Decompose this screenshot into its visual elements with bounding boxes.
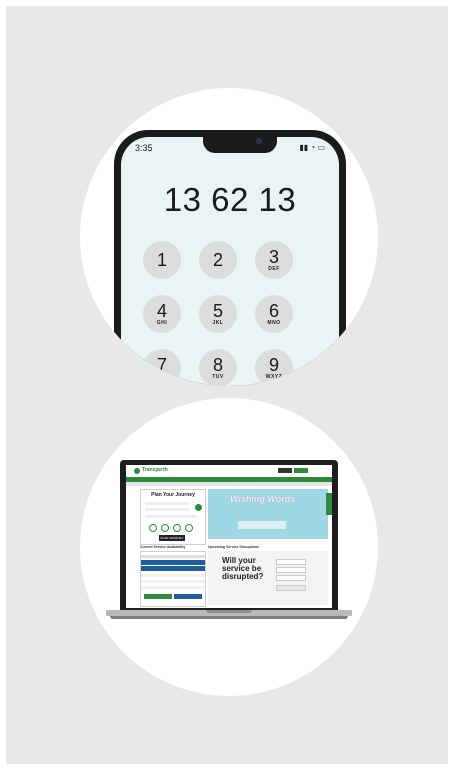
status-button[interactable]: [174, 594, 202, 599]
list-item: [141, 586, 205, 589]
keypad-key-4[interactable]: 4 GHI: [143, 295, 181, 333]
plan-journey-button[interactable]: PLAN JOURNEY: [159, 535, 185, 541]
ferry-icon[interactable]: [173, 524, 181, 532]
promo-banner[interactable]: Wishing Words: [208, 489, 328, 539]
walk-icon[interactable]: [185, 524, 193, 532]
swap-icon[interactable]: [195, 504, 202, 511]
keypad-key-8[interactable]: 8 TUV: [199, 349, 237, 386]
disruption-field[interactable]: [276, 559, 306, 565]
site-logo: Transperth: [142, 467, 168, 473]
logo-icon: [134, 468, 140, 474]
from-field[interactable]: [145, 502, 189, 505]
list-item[interactable]: [141, 566, 205, 571]
status-icons: ▮▮ ◔ ▭: [299, 143, 325, 152]
breadcrumb-bar: [126, 482, 332, 486]
phone-illustration: 3:35 ▮▮ ◔ ▭ 13 62 13 1 2 3 DEF 4 GHI 5 JKL …: [80, 88, 378, 386]
keypad-key-2[interactable]: 2: [199, 241, 237, 279]
register-button[interactable]: [294, 468, 308, 473]
availability-heading: Current Service Availability: [140, 545, 186, 549]
login-button[interactable]: [278, 468, 292, 473]
train-icon[interactable]: [161, 524, 169, 532]
keypad-key-7[interactable]: 7 PQRS: [143, 349, 181, 386]
disruption-prompt: Will your service be disrupted?: [222, 556, 264, 581]
banner-caption: [238, 521, 286, 529]
status-button[interactable]: [144, 594, 172, 599]
disruption-submit[interactable]: [276, 585, 306, 591]
keypad-key-9[interactable]: 9 WXYZ: [255, 349, 293, 386]
keypad-key-5[interactable]: 5 JKL: [199, 295, 237, 333]
status-time: 3:35: [135, 143, 153, 153]
keypad-key-1[interactable]: 1: [143, 241, 181, 279]
disruption-field[interactable]: [276, 567, 306, 573]
list-item: [141, 580, 205, 583]
dialed-number: 13 62 13: [163, 181, 297, 218]
disruption-field[interactable]: [276, 575, 306, 581]
keypad-key-3[interactable]: 3 DEF: [255, 241, 293, 279]
list-item: [141, 574, 205, 577]
journey-planner: Plan Your Journey PLAN JOURNEY: [140, 489, 206, 545]
planner-title: Plan Your Journey: [151, 492, 195, 498]
site-header: Transperth: [126, 465, 332, 477]
date-field[interactable]: [145, 515, 197, 518]
list-item[interactable]: [141, 560, 205, 565]
phone-notch: [203, 137, 277, 153]
laptop-illustration: Transperth Plan Your Journey PLAN JOURNE…: [80, 398, 378, 696]
keypad-key-6[interactable]: 6 MNO: [255, 295, 293, 333]
list-item: [141, 555, 205, 558]
website-screenshot: Transperth Plan Your Journey PLAN JOURNE…: [126, 465, 332, 608]
availability-panel: [140, 551, 206, 607]
disruption-panel: Will your service be disrupted?: [208, 551, 328, 605]
laptop-notch: [206, 610, 252, 613]
bus-icon[interactable]: [149, 524, 157, 532]
to-field[interactable]: [145, 508, 189, 511]
banner-headline: Wishing Words: [230, 494, 296, 504]
phone-screen: 3:35 ▮▮ ◔ ▭ 13 62 13 1 2 3 DEF 4 GHI 5 JKL …: [121, 137, 339, 386]
laptop-base-shadow: [110, 616, 348, 619]
disruptions-heading: Upcoming Service Disruptions: [208, 545, 259, 549]
camera-icon: [256, 138, 262, 144]
feedback-tab[interactable]: [326, 493, 332, 515]
